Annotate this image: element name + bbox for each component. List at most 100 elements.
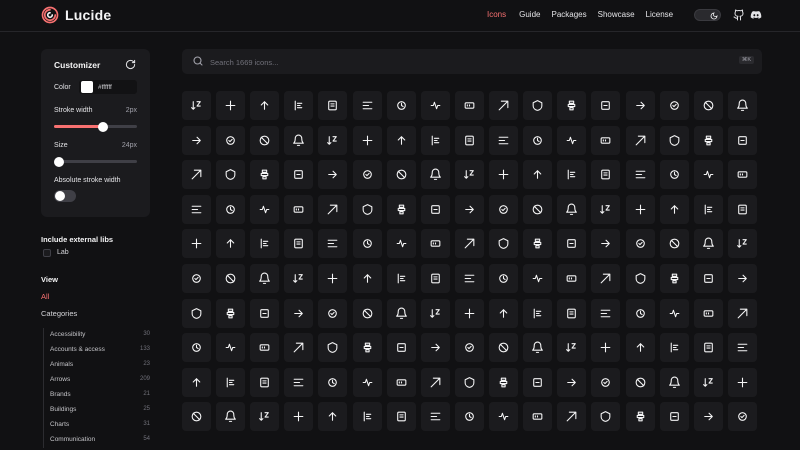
icon-tile[interactable] bbox=[420, 298, 450, 328]
icon-tile[interactable] bbox=[250, 264, 280, 293]
icon-tile[interactable] bbox=[318, 402, 348, 432]
icon-tile[interactable] bbox=[523, 160, 553, 190]
icon-tile[interactable] bbox=[659, 367, 689, 397]
icon-tile[interactable] bbox=[318, 298, 348, 328]
icon-tile[interactable] bbox=[727, 333, 757, 363]
icon-tile[interactable] bbox=[318, 229, 348, 259]
icon-tile[interactable] bbox=[489, 367, 519, 397]
icon-tile[interactable] bbox=[727, 298, 757, 328]
icon-tile[interactable] bbox=[420, 402, 450, 432]
icon-tile[interactable] bbox=[489, 333, 519, 363]
icon-tile[interactable] bbox=[693, 402, 723, 432]
icon-tile[interactable] bbox=[693, 91, 723, 120]
icon-tile[interactable] bbox=[557, 298, 587, 328]
icon-tile[interactable] bbox=[352, 125, 382, 155]
icon-tile[interactable] bbox=[523, 333, 553, 363]
icon-tile[interactable] bbox=[182, 333, 211, 363]
icon-tile[interactable] bbox=[727, 91, 757, 120]
icon-tile[interactable] bbox=[454, 229, 484, 259]
icon-tile[interactable] bbox=[386, 298, 416, 328]
icon-tile[interactable] bbox=[250, 229, 280, 259]
icon-tile[interactable] bbox=[625, 125, 655, 155]
icon-tile[interactable] bbox=[386, 91, 416, 120]
icon-tile[interactable] bbox=[591, 91, 621, 120]
lab-checkbox[interactable] bbox=[43, 249, 51, 257]
icon-tile[interactable] bbox=[420, 333, 450, 363]
category-item[interactable]: Brands 21 bbox=[44, 388, 151, 403]
icon-tile[interactable] bbox=[659, 125, 689, 155]
icon-tile[interactable] bbox=[386, 402, 416, 432]
icon-tile[interactable] bbox=[489, 194, 519, 224]
icon-tile[interactable] bbox=[250, 298, 280, 328]
icon-tile[interactable] bbox=[182, 298, 211, 328]
category-item[interactable]: Communication 54 bbox=[44, 433, 151, 448]
icon-tile[interactable] bbox=[489, 402, 519, 432]
icon-tile[interactable] bbox=[352, 333, 382, 363]
icon-tile[interactable] bbox=[727, 402, 757, 432]
icon-tile[interactable] bbox=[591, 333, 621, 363]
icon-tile[interactable] bbox=[318, 333, 348, 363]
nav-guide[interactable]: Guide bbox=[519, 10, 540, 19]
icon-tile[interactable] bbox=[489, 229, 519, 259]
icon-tile[interactable] bbox=[557, 264, 587, 293]
nav-license[interactable]: License bbox=[646, 10, 674, 19]
icon-tile[interactable] bbox=[489, 264, 519, 293]
icon-tile[interactable] bbox=[318, 91, 348, 120]
icon-tile[interactable] bbox=[693, 367, 723, 397]
icon-tile[interactable] bbox=[182, 264, 211, 293]
icon-tile[interactable] bbox=[182, 402, 211, 432]
icon-tile[interactable] bbox=[250, 333, 280, 363]
rotate-ccw-icon[interactable] bbox=[125, 59, 136, 70]
icon-tile[interactable] bbox=[659, 194, 689, 224]
icon-tile[interactable] bbox=[591, 229, 621, 259]
icon-tile[interactable] bbox=[284, 298, 314, 328]
icon-tile[interactable] bbox=[216, 91, 246, 120]
nav-packages[interactable]: Packages bbox=[551, 10, 586, 19]
icon-tile[interactable] bbox=[659, 91, 689, 120]
icon-tile[interactable] bbox=[250, 194, 280, 224]
icon-tile[interactable] bbox=[727, 125, 757, 155]
icon-tile[interactable] bbox=[420, 264, 450, 293]
icon-tile[interactable] bbox=[420, 91, 450, 120]
brand-logo[interactable]: Lucide bbox=[41, 6, 111, 24]
icon-tile[interactable] bbox=[182, 229, 211, 259]
icon-tile[interactable] bbox=[625, 229, 655, 259]
icon-tile[interactable] bbox=[352, 194, 382, 224]
icon-tile[interactable] bbox=[625, 367, 655, 397]
icon-tile[interactable] bbox=[591, 194, 621, 224]
icon-tile[interactable] bbox=[284, 367, 314, 397]
icon-tile[interactable] bbox=[386, 333, 416, 363]
icon-tile[interactable] bbox=[352, 160, 382, 190]
icon-tile[interactable] bbox=[659, 402, 689, 432]
icon-tile[interactable] bbox=[454, 298, 484, 328]
icon-tile[interactable] bbox=[352, 402, 382, 432]
icon-tile[interactable] bbox=[386, 229, 416, 259]
icon-tile[interactable] bbox=[182, 91, 211, 120]
icon-tile[interactable] bbox=[318, 125, 348, 155]
icon-tile[interactable] bbox=[659, 333, 689, 363]
icon-tile[interactable] bbox=[318, 367, 348, 397]
icon-tile[interactable] bbox=[591, 402, 621, 432]
icon-tile[interactable] bbox=[591, 264, 621, 293]
icon-tile[interactable] bbox=[523, 229, 553, 259]
icon-tile[interactable] bbox=[625, 298, 655, 328]
icon-tile[interactable] bbox=[284, 194, 314, 224]
icon-tile[interactable] bbox=[693, 298, 723, 328]
icon-tile[interactable] bbox=[625, 194, 655, 224]
icon-tile[interactable] bbox=[454, 91, 484, 120]
icon-tile[interactable] bbox=[284, 125, 314, 155]
icon-tile[interactable] bbox=[727, 229, 757, 259]
github-icon[interactable] bbox=[733, 9, 745, 21]
icon-tile[interactable] bbox=[352, 264, 382, 293]
category-item[interactable]: Animals 23 bbox=[44, 358, 151, 373]
icon-tile[interactable] bbox=[386, 160, 416, 190]
icon-tile[interactable] bbox=[250, 125, 280, 155]
icon-tile[interactable] bbox=[352, 91, 382, 120]
icon-tile[interactable] bbox=[659, 229, 689, 259]
icon-tile[interactable] bbox=[557, 367, 587, 397]
category-item[interactable]: Accessibility 30 bbox=[44, 328, 151, 343]
stroke-width-slider-thumb[interactable] bbox=[97, 121, 108, 132]
icon-tile[interactable] bbox=[523, 194, 553, 224]
category-item[interactable]: Arrows 209 bbox=[44, 373, 151, 388]
icon-tile[interactable] bbox=[352, 298, 382, 328]
